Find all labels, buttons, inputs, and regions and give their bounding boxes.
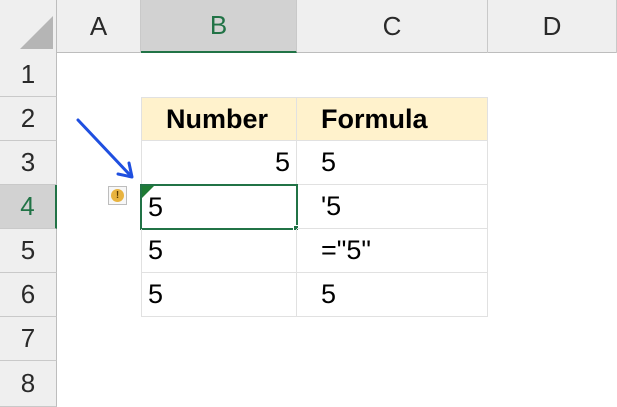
column-header-c[interactable]: C [297,0,488,53]
row-header-6[interactable]: 6 [0,273,57,317]
column-header-b[interactable]: B [141,0,297,53]
cell-b6[interactable]: 5 [141,273,297,317]
cell-c6[interactable]: 5 [297,273,488,317]
row-header-7[interactable]: 7 [0,317,57,361]
row-header-2[interactable]: 2 [0,97,57,141]
error-indicator-icon [142,186,154,198]
select-all-triangle-icon [20,16,53,49]
table-header-number[interactable]: Number [141,97,297,141]
warning-icon: ! [111,189,124,202]
cell-b5[interactable]: 5 [141,229,297,273]
cell-c5[interactable]: ="5" [297,229,488,273]
row-header-4[interactable]: 4 [0,185,57,229]
cell-b3[interactable]: 5 [141,141,297,185]
column-header-d[interactable]: D [488,0,617,53]
row-header-8[interactable]: 8 [0,361,57,407]
table-header-formula[interactable]: Formula [297,97,488,141]
row-header-5[interactable]: 5 [0,229,57,273]
error-warning-button[interactable]: ! [108,186,127,205]
cell-c4[interactable]: '5 [297,185,488,229]
pointer-arrow-icon [76,118,134,179]
cell-c3[interactable]: 5 [297,141,488,185]
cell-b4[interactable]: 5 [140,184,298,230]
row-header-3[interactable]: 3 [0,141,57,185]
column-header-a[interactable]: A [57,0,141,53]
row-header-1[interactable]: 1 [0,53,57,97]
